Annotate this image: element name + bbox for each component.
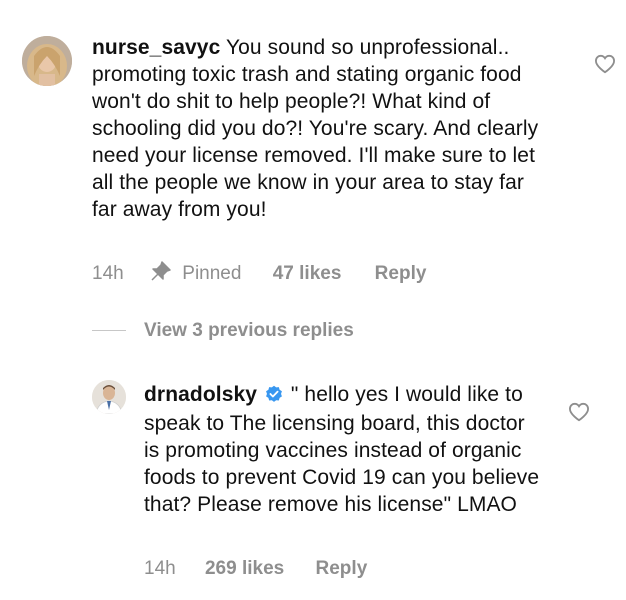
avatar[interactable] — [22, 36, 72, 86]
view-previous-replies-button[interactable]: View 3 previous replies — [92, 320, 354, 344]
avatar-photo-icon — [22, 36, 72, 86]
comment-username[interactable]: nurse_savyc — [92, 36, 220, 59]
reply-button[interactable]: Reply — [375, 263, 427, 285]
comment-body: nurse_savyc You sound so unprofessional.… — [92, 34, 552, 223]
likes-count[interactable]: 269 likes — [205, 558, 284, 580]
comment-time: 14h — [92, 263, 124, 284]
comment-meta: 14h Pinned 47 likes Reply — [92, 261, 426, 287]
comment-nurse-savyc: nurse_savyc You sound so unprofessional.… — [0, 0, 626, 300]
view-replies-label: View 3 previous replies — [144, 320, 354, 341]
comment-body: drnadolsky " hello yes I would like to s… — [144, 381, 544, 518]
comment-drnadolsky: drnadolsky " hello yes I would like to s… — [0, 360, 626, 600]
comment-time: 14h — [144, 558, 176, 579]
reply-button[interactable]: Reply — [316, 558, 368, 580]
pin-icon — [151, 261, 171, 287]
heart-outline-icon[interactable] — [594, 54, 616, 74]
verified-badge-icon — [265, 383, 283, 410]
pinned-label: Pinned — [182, 263, 242, 284]
comment-meta: 14h 269 likes Reply — [144, 558, 367, 580]
comment-text: You sound so unprofessional.. promoting … — [92, 36, 539, 221]
divider-line — [92, 330, 126, 332]
likes-count[interactable]: 47 likes — [273, 263, 342, 285]
comment-username[interactable]: drnadolsky — [144, 383, 257, 406]
avatar[interactable] — [92, 380, 126, 414]
avatar-photo-icon — [92, 380, 126, 414]
heart-outline-icon[interactable] — [568, 402, 590, 422]
